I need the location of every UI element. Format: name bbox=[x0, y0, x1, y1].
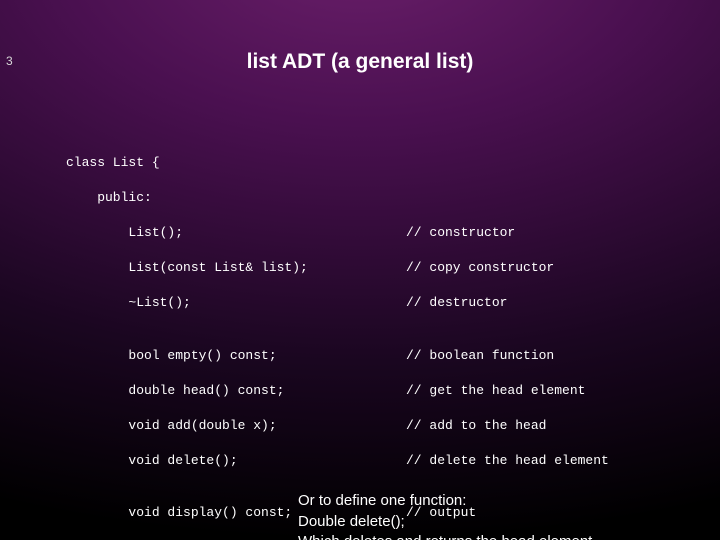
code-line: ~List(); bbox=[66, 294, 406, 312]
footnote-line: Or to define one function: bbox=[298, 491, 597, 511]
code-comment: // delete the head element bbox=[406, 452, 720, 470]
code-comment: // constructor bbox=[406, 224, 720, 242]
footnote-line: Double delete(); bbox=[298, 512, 597, 532]
code-line: void add(double x); bbox=[66, 417, 406, 435]
footnote-line: Which deletes and returns the head eleme… bbox=[298, 532, 597, 540]
code-comment: // boolean function bbox=[406, 347, 720, 365]
footnote: Or to define one function: Double delete… bbox=[298, 491, 597, 540]
code-block: class List { public: List();// construct… bbox=[66, 136, 720, 540]
code-line: bool empty() const; bbox=[66, 347, 406, 365]
code-line: class List { bbox=[66, 154, 406, 172]
code-comment: // add to the head bbox=[406, 417, 720, 435]
code-comment: // copy constructor bbox=[406, 259, 720, 277]
code-line: List(); bbox=[66, 224, 406, 242]
slide-title: list ADT (a general list) bbox=[0, 50, 720, 74]
code-comment: // get the head element bbox=[406, 382, 720, 400]
code-line: void delete(); bbox=[66, 452, 406, 470]
code-line: List(const List& list); bbox=[66, 259, 406, 277]
code-comment: // destructor bbox=[406, 294, 720, 312]
code-line: double head() const; bbox=[66, 382, 406, 400]
slide-number: 3 bbox=[6, 54, 13, 68]
code-line: public: bbox=[66, 189, 406, 207]
